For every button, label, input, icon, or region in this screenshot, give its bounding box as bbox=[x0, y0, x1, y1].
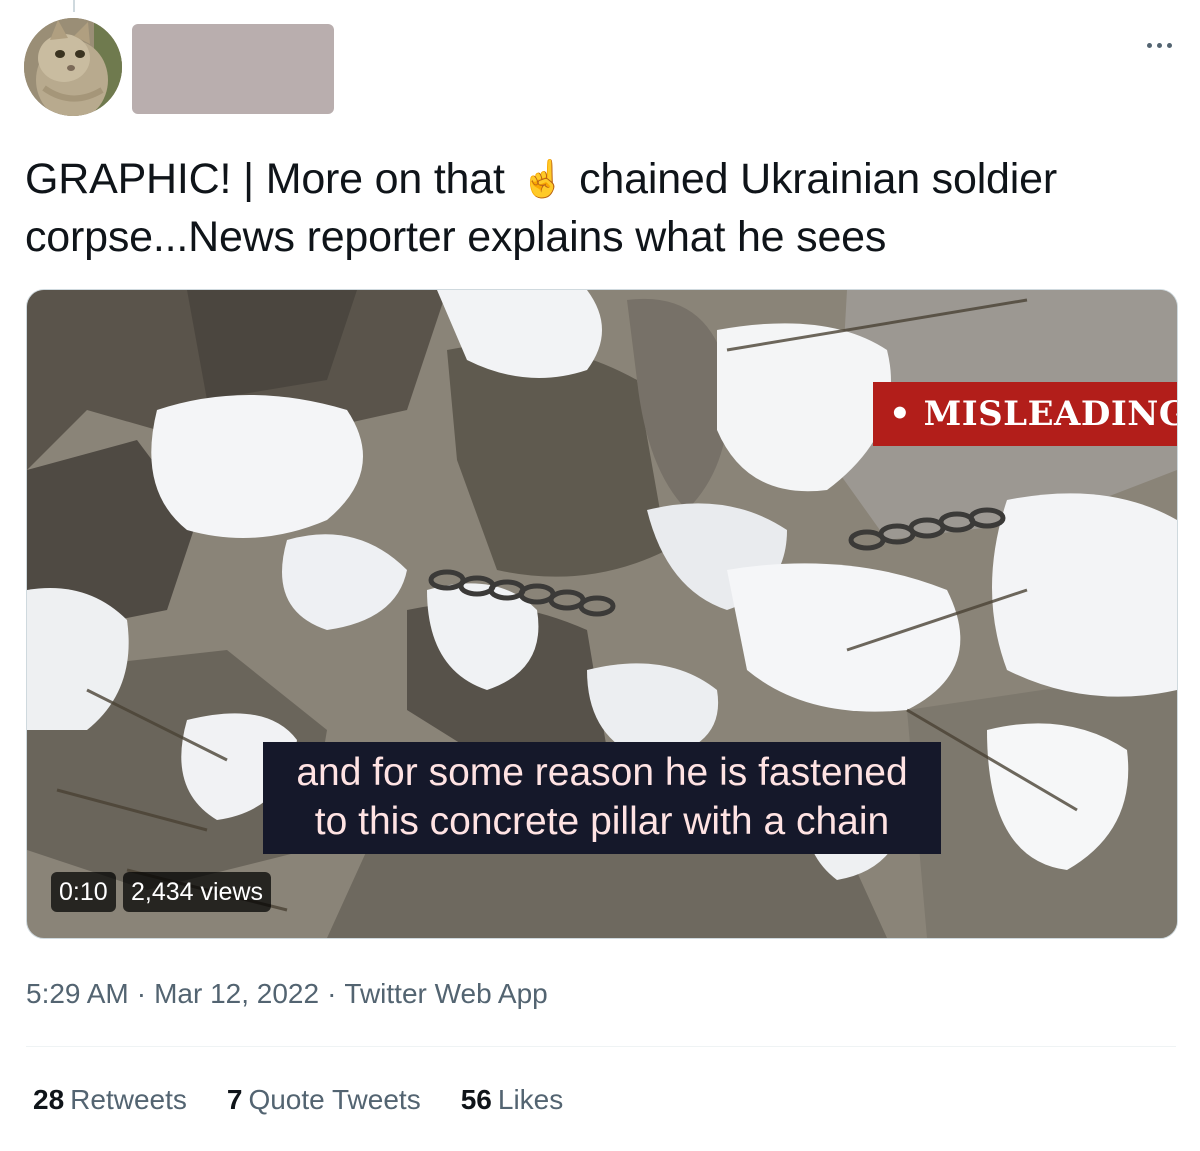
tweet-date[interactable]: Mar 12, 2022 bbox=[154, 978, 319, 1009]
redacted-username bbox=[132, 24, 334, 114]
more-dot bbox=[1166, 42, 1172, 48]
likes-stat[interactable]: 56 Likes bbox=[461, 1080, 564, 1120]
retweets-label: Retweets bbox=[70, 1084, 187, 1115]
meta-separator: · bbox=[136, 978, 147, 1009]
tweet-source[interactable]: Twitter Web App bbox=[344, 978, 547, 1009]
video-view-count: 2,434 views bbox=[123, 872, 272, 912]
video-player[interactable]: • MISLEADING and for some reason he is f… bbox=[26, 289, 1178, 939]
more-horizontal-icon bbox=[1146, 42, 1152, 48]
tweet-text: GRAPHIC! | More on that ☝️ chained Ukrain… bbox=[25, 150, 1175, 266]
subtitle-line-2: to this concrete pillar with a chain bbox=[314, 800, 890, 843]
quote-tweets-stat[interactable]: 7 Quote Tweets bbox=[227, 1080, 421, 1120]
likes-label: Likes bbox=[497, 1084, 564, 1115]
thread-connector-line bbox=[73, 0, 75, 12]
tweet-text-part-1: GRAPHIC! | More on that bbox=[25, 155, 505, 203]
likes-count: 56 bbox=[460, 1084, 492, 1115]
quote-tweets-count: 7 bbox=[226, 1084, 243, 1115]
retweets-stat[interactable]: 28 Retweets bbox=[33, 1080, 187, 1120]
tweet-metadata: 5:29 AM · Mar 12, 2022 · Twitter Web App bbox=[26, 974, 548, 1014]
tweet-time[interactable]: 5:29 AM bbox=[26, 978, 129, 1009]
more-options-button[interactable] bbox=[1136, 30, 1182, 60]
retweets-count: 28 bbox=[33, 1084, 65, 1115]
video-subtitle: and for some reason he is fastened to th… bbox=[263, 742, 941, 854]
divider bbox=[26, 1046, 1176, 1047]
cat-avatar-image bbox=[24, 18, 122, 116]
pointing-up-emoji: ☝️ bbox=[520, 158, 566, 199]
subtitle-line-1: and for some reason he is fastened bbox=[296, 751, 908, 794]
avatar[interactable] bbox=[24, 18, 122, 116]
quote-tweets-label: Quote Tweets bbox=[248, 1084, 421, 1115]
more-dot bbox=[1156, 42, 1162, 48]
misleading-label: • MISLEADING bbox=[873, 382, 1177, 446]
video-duration: 0:10 bbox=[51, 872, 116, 912]
engagement-stats: 28 Retweets 7 Quote Tweets 56 Likes bbox=[33, 1080, 603, 1120]
meta-separator: · bbox=[327, 978, 337, 1009]
